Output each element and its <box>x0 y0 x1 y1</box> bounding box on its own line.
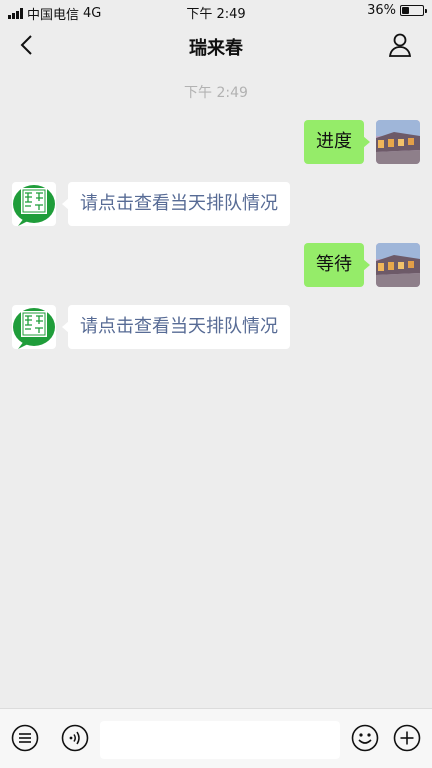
list-menu-icon <box>11 724 39 752</box>
chat-title: 瑞来春 <box>189 38 243 59</box>
outgoing-bubble[interactable]: 进度 <box>304 120 370 164</box>
input-bar <box>0 708 432 768</box>
nav-bar: 瑞来春 <box>0 22 432 68</box>
street-photo-avatar <box>376 120 420 164</box>
voice-icon <box>61 724 89 752</box>
official-account-avatar[interactable] <box>12 305 56 349</box>
emoji-icon <box>351 724 379 752</box>
incoming-link-bubble[interactable]: 请点击查看当天排队情况 <box>62 182 290 226</box>
user-avatar[interactable] <box>376 243 420 287</box>
menu-toggle-button[interactable] <box>10 723 40 753</box>
street-photo-avatar <box>376 243 420 287</box>
emoji-button[interactable] <box>350 723 380 753</box>
official-account-avatar[interactable] <box>12 182 56 226</box>
plus-icon <box>393 724 421 752</box>
message-input[interactable] <box>100 721 340 759</box>
battery-percent: 36% <box>367 3 396 18</box>
voice-button[interactable] <box>60 723 90 753</box>
seal-logo-icon <box>12 182 56 226</box>
incoming-link-bubble[interactable]: 请点击查看当天排队情况 <box>62 305 290 349</box>
status-right: 36% <box>367 3 427 18</box>
seal-logo-icon <box>12 305 56 349</box>
profile-button[interactable] <box>388 32 412 58</box>
person-icon <box>388 33 412 57</box>
battery-icon <box>400 5 427 16</box>
user-avatar[interactable] <box>376 120 420 164</box>
status-bar: 中国电信 4G 下午 2:49 36% <box>0 0 432 23</box>
chat-timestamp: 下午 2:49 <box>184 85 248 101</box>
more-button[interactable] <box>392 723 422 753</box>
outgoing-bubble[interactable]: 等待 <box>304 243 370 287</box>
